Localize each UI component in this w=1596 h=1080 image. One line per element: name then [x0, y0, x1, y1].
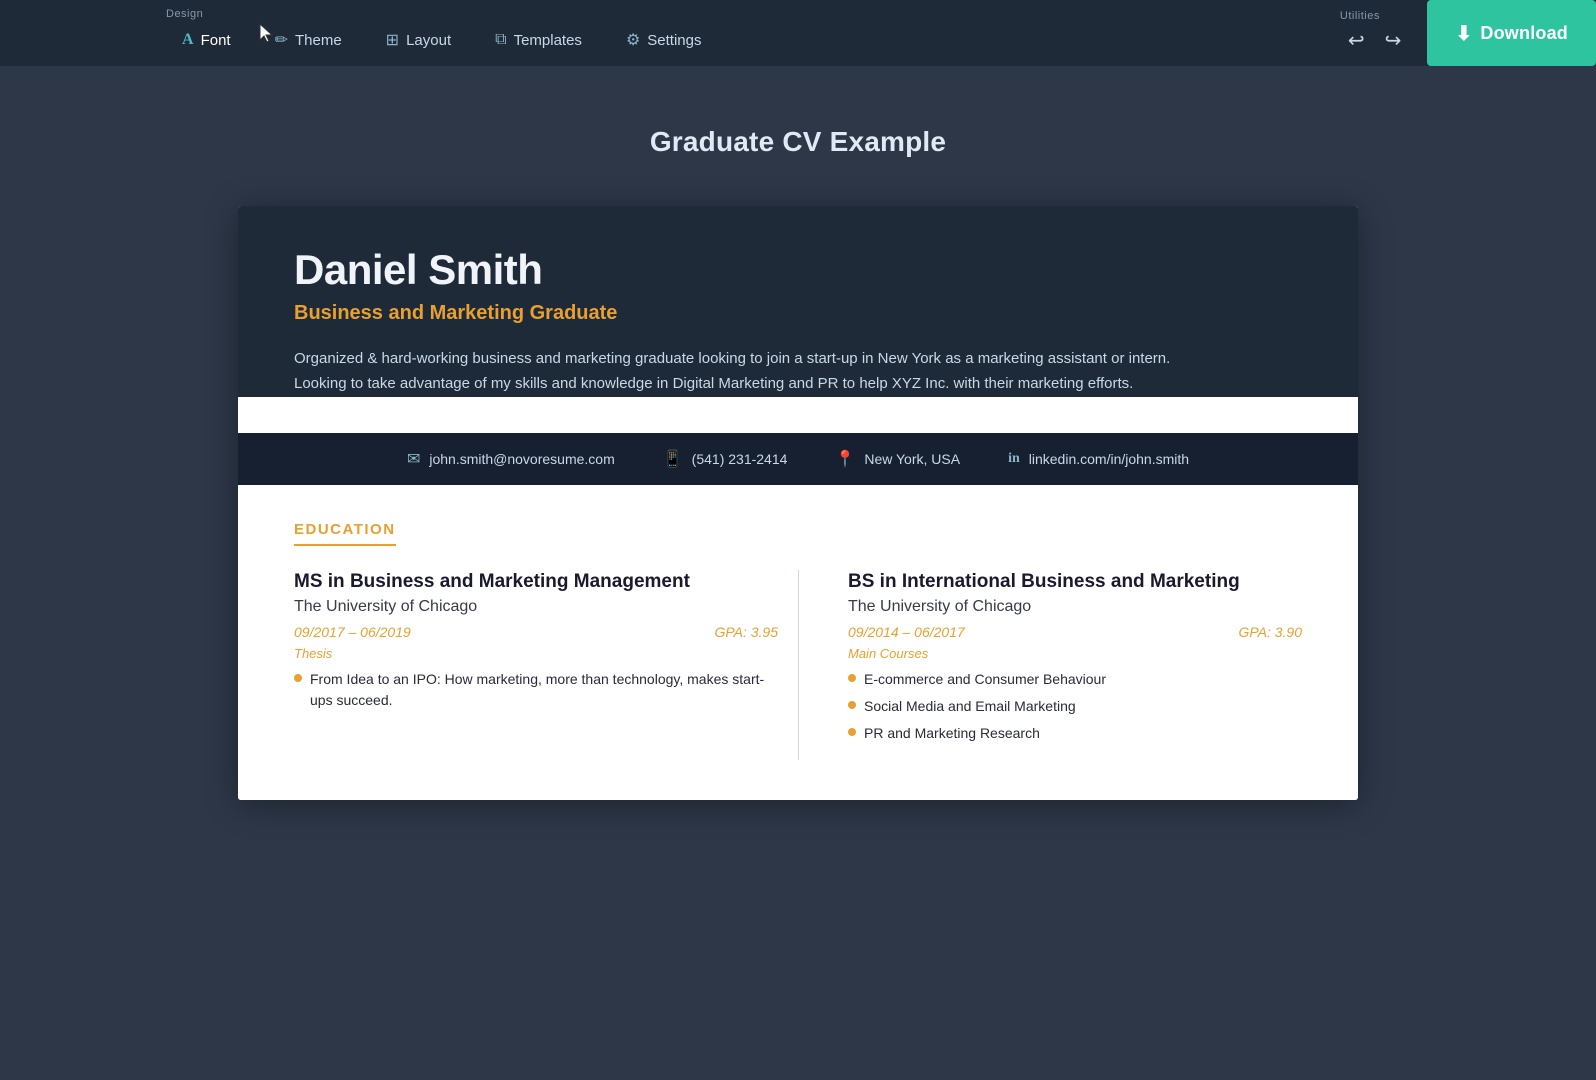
download-icon: ⬇ [1455, 21, 1472, 46]
edu-sub-label-0: Thesis [294, 646, 778, 661]
edu-dates-1: 09/2014 – 06/2017 GPA: 3.90 [848, 624, 1302, 640]
edu-gpa-1: GPA: 3.90 [1238, 624, 1302, 640]
phone-icon: 📱 [663, 449, 683, 469]
edu-bullet-1-1: Social Media and Email Marketing [848, 696, 1302, 717]
cv-linkedin-text: linkedin.com/in/john.smith [1029, 451, 1189, 467]
download-button[interactable]: ⬇ Download [1427, 0, 1596, 66]
cv-job-title: Business and Marketing Graduate [294, 302, 1302, 325]
font-icon: A [182, 31, 194, 49]
cv-summary: Organized & hard-working business and ma… [294, 347, 1214, 397]
vertical-divider [798, 570, 799, 761]
cv-contact-bar: ✉ john.smith@novoresume.com 📱 (541) 231-… [238, 433, 1358, 485]
cv-phone-text: (541) 231-2414 [692, 451, 788, 467]
cv-contact-phone: 📱 (541) 231-2414 [663, 449, 788, 469]
cv-location-text: New York, USA [864, 451, 960, 467]
bullet-dot [294, 674, 302, 682]
nav-item-font[interactable]: A Font [160, 23, 253, 57]
utilities-label: Utilities [1340, 10, 1410, 22]
email-icon: ✉ [407, 449, 420, 469]
location-icon: 📍 [835, 449, 855, 469]
linkedin-icon: in [1008, 451, 1020, 467]
edu-gpa-0: GPA: 3.95 [714, 624, 778, 640]
edu-sub-label-1: Main Courses [848, 646, 1302, 661]
edu-bullet-1-0: E-commerce and Consumer Behaviour [848, 669, 1302, 690]
cv-contact-location: 📍 New York, USA [835, 449, 960, 469]
nav-item-layout-label: Layout [406, 32, 451, 49]
edu-bullet-text-0-0: From Idea to an IPO: How marketing, more… [310, 669, 778, 711]
nav-item-theme[interactable]: ✏ Theme [253, 22, 364, 58]
bullet-dot [848, 728, 856, 736]
cv-body: EDUCATION MS in Business and Marketing M… [238, 485, 1358, 801]
templates-icon: ⧉ [495, 31, 506, 49]
nav-item-theme-label: Theme [295, 32, 342, 49]
edu-school-0: The University of Chicago [294, 598, 778, 616]
download-label: Download [1480, 23, 1568, 44]
topbar: Design A Font ✏ Theme ⊞ Layout ⧉ Templat… [0, 0, 1596, 66]
undo-button[interactable]: ↩ [1340, 24, 1373, 57]
nav-item-settings-label: Settings [647, 32, 701, 49]
cv-contact-linkedin: in linkedin.com/in/john.smith [1008, 451, 1189, 467]
cv-card: Daniel Smith Business and Marketing Grad… [238, 206, 1358, 800]
cv-header: Daniel Smith Business and Marketing Grad… [238, 206, 1358, 397]
edu-bullet-text-1-1: Social Media and Email Marketing [864, 696, 1076, 717]
nav-item-templates-label: Templates [514, 32, 582, 49]
settings-icon: ⚙ [626, 30, 640, 50]
utilities-group: Utilities ↩ ↪ [1340, 10, 1410, 57]
edu-bullet-1-2: PR and Marketing Research [848, 723, 1302, 744]
nav-item-templates[interactable]: ⧉ Templates [473, 23, 604, 57]
main-area: Graduate CV Example Daniel Smith Busines… [0, 66, 1596, 840]
education-item-1: BS in International Business and Marketi… [818, 570, 1302, 761]
edu-bullet-text-1-2: PR and Marketing Research [864, 723, 1040, 744]
design-group: Design A Font ✏ Theme ⊞ Layout ⧉ Templat… [160, 8, 723, 58]
bullet-dot [848, 674, 856, 682]
nav-item-font-label: Font [201, 32, 231, 49]
education-grid-wrapper: MS in Business and Marketing Management … [294, 570, 1302, 761]
edu-dates-0: 09/2017 – 06/2019 GPA: 3.95 [294, 624, 778, 640]
education-item-0: MS in Business and Marketing Management … [294, 570, 778, 761]
nav-items: A Font ✏ Theme ⊞ Layout ⧉ Templates ⚙ Se… [160, 22, 723, 58]
cv-email-text: john.smith@novoresume.com [429, 451, 614, 467]
util-buttons: ↩ ↪ [1340, 24, 1410, 57]
edu-dates-text-1: 09/2014 – 06/2017 [848, 624, 965, 640]
edu-bullet-text-1-0: E-commerce and Consumer Behaviour [864, 669, 1106, 690]
edu-degree-1: BS in International Business and Marketi… [848, 570, 1302, 594]
redo-button[interactable]: ↪ [1377, 24, 1410, 57]
page-title: Graduate CV Example [650, 126, 946, 158]
edu-school-1: The University of Chicago [848, 598, 1302, 616]
edu-dates-text-0: 09/2017 – 06/2019 [294, 624, 411, 640]
education-section-title: EDUCATION [294, 521, 396, 546]
cv-contact-email: ✉ john.smith@novoresume.com [407, 449, 615, 469]
nav-item-settings[interactable]: ⚙ Settings [604, 22, 724, 58]
design-label: Design [166, 8, 723, 20]
cv-name: Daniel Smith [294, 246, 1302, 294]
nav-item-layout[interactable]: ⊞ Layout [364, 22, 473, 58]
bullet-dot [848, 701, 856, 709]
theme-icon: ✏ [275, 30, 288, 50]
layout-icon: ⊞ [386, 30, 399, 50]
edu-degree-0: MS in Business and Marketing Management [294, 570, 778, 594]
edu-bullet-0-0: From Idea to an IPO: How marketing, more… [294, 669, 778, 711]
